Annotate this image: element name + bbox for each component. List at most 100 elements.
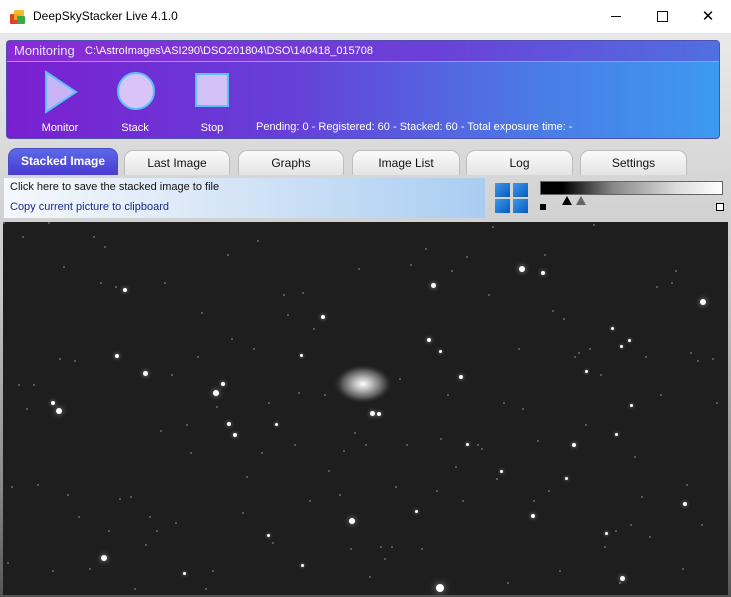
star [51,401,55,405]
copy-clipboard-link[interactable]: Copy current picture to clipboard [10,201,169,213]
faint-star [324,394,326,396]
star [565,477,568,480]
faint-star [421,548,423,550]
faint-star [615,530,617,532]
action-bar: Click here to save the stacked image to … [4,178,485,218]
star [101,555,107,561]
faint-star [160,430,162,432]
faint-star [37,484,39,486]
histogram-gradient[interactable] [540,181,723,195]
faint-star [619,582,621,584]
tab-graphs[interactable]: Graphs [238,150,344,175]
minimize-button[interactable] [593,0,639,33]
star [183,572,186,575]
faint-star [130,496,132,498]
star [213,390,219,396]
minimize-icon [611,16,621,17]
faint-star [190,452,192,454]
save-image-link[interactable]: Click here to save the stacked image to … [10,181,219,193]
faint-star [201,312,203,314]
maximize-button[interactable] [639,0,685,33]
faint-star [503,402,505,404]
faint-star [552,310,554,312]
star [585,370,588,373]
star [267,534,270,537]
faint-star [481,448,483,450]
faint-star [242,512,244,514]
fit-view-button[interactable] [494,182,530,214]
faint-star [533,500,535,502]
faint-star [197,356,199,358]
faint-star [391,546,393,548]
faint-star [701,524,703,526]
stack-button[interactable] [106,69,166,120]
white-point-handle[interactable] [716,203,724,211]
star [611,327,614,330]
window-title: DeepSkyStacker Live 4.1.0 [33,9,178,23]
faint-star [186,424,188,426]
galaxy-object [333,364,393,404]
faint-star [630,524,632,526]
tab-stacked-image[interactable]: Stacked Image [8,148,118,175]
stop-button[interactable] [182,69,242,120]
star [700,299,706,305]
star [56,408,62,414]
star [123,288,127,292]
faint-star [350,548,352,550]
star [415,510,418,513]
faint-star [59,358,61,360]
faint-star [18,384,20,386]
faint-star [395,486,397,488]
faint-star [89,568,91,570]
midtone-handle[interactable] [576,196,586,205]
grid-icon [495,183,510,197]
tab-settings[interactable]: Settings [580,150,687,175]
close-button[interactable]: ✕ [685,0,731,33]
tab-image-list[interactable]: Image List [352,150,460,175]
faint-star [697,360,699,362]
faint-star [309,500,311,502]
faint-star [462,500,464,502]
tab-log[interactable]: Log [466,150,573,175]
star [620,576,625,581]
black-point-handle[interactable] [562,196,572,205]
faint-star [63,266,65,268]
star [439,350,442,353]
monitoring-path: C:\AstroImages\ASI290\DSO201804\DSO\1404… [85,45,374,57]
star [370,411,375,416]
tab-last-image[interactable]: Last Image [124,150,230,175]
faint-star [585,424,587,426]
faint-star [660,394,662,396]
star [459,375,463,379]
faint-star [477,444,479,446]
faint-star [634,456,636,458]
close-icon: ✕ [701,8,715,25]
faint-star [149,516,151,518]
faint-star [604,546,606,548]
faint-star [358,268,360,270]
faint-star [682,568,684,570]
star [431,283,436,288]
faint-star [119,498,121,500]
stacked-image-view[interactable] [3,222,728,595]
faint-star [507,582,509,584]
star [321,315,325,319]
monitor-button[interactable] [30,69,90,120]
faint-star [104,246,106,248]
star [572,443,576,447]
app-icon [10,10,25,24]
black-point-marker [540,204,546,210]
faint-star [3,222,5,224]
faint-star [115,286,117,288]
faint-star [399,378,401,380]
faint-star [298,392,300,394]
star [233,433,237,437]
faint-star [589,348,591,350]
faint-star [686,484,688,486]
star [466,443,469,446]
star [436,584,444,592]
monitor-label: Monitor [41,122,79,134]
faint-star [11,486,13,488]
faint-star [287,314,289,316]
faint-star [343,450,345,452]
